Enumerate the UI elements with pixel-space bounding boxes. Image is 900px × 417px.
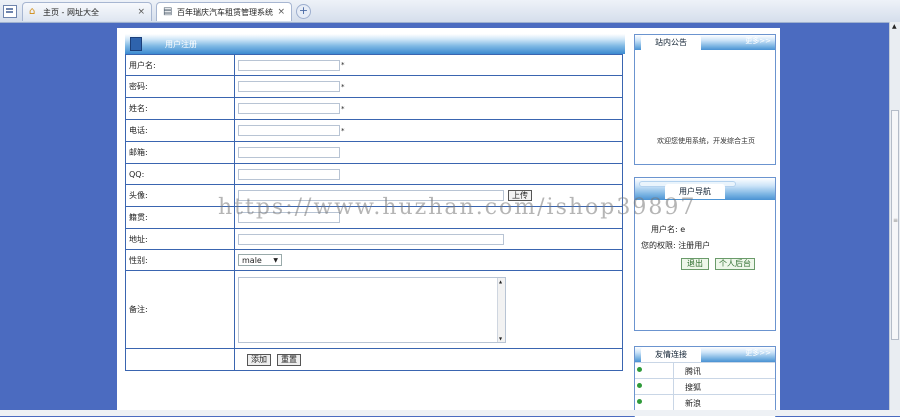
profile-button[interactable]: 个人后台 <box>715 258 755 270</box>
textarea-scrollbar[interactable]: ▲ ▼ <box>497 277 505 342</box>
browser-tab-bar: ⌂ 主页 - 网址大全 × ▤ 百年瑞庆汽车租赁管理系统 × + <box>0 0 900 23</box>
address-label: 地址: <box>125 228 235 250</box>
links-title: 友情连接 <box>641 347 701 362</box>
link-text: 搜狐 <box>685 383 701 392</box>
tab-rental-system-label: 百年瑞庆汽车租赁管理系统 <box>177 8 273 17</box>
qq-input[interactable] <box>238 168 340 180</box>
links-more-link[interactable]: 更多>> <box>745 348 771 358</box>
form-row-name: 姓名: * <box>125 97 623 120</box>
form-row-qq: QQ: <box>125 163 623 185</box>
link-text: 腾讯 <box>685 367 701 376</box>
email-input[interactable] <box>238 147 340 158</box>
page-icon: ▤ <box>163 6 173 17</box>
form-row-address: 地址: <box>125 228 623 250</box>
reset-button[interactable]: 重置 <box>277 353 301 366</box>
required-mark: * <box>341 61 345 69</box>
form-row-username: 用户名: * <box>125 54 623 76</box>
chevron-down-icon: ▼ <box>273 257 278 264</box>
name-input[interactable] <box>238 103 340 114</box>
address-input[interactable] <box>238 233 504 245</box>
watermark: https://www.huzhan.com/ishop39897 <box>218 195 697 220</box>
email-label: 邮箱: <box>125 141 235 164</box>
home-icon: ⌂ <box>29 6 36 17</box>
required-mark: * <box>341 126 345 135</box>
announcement-panel: 站内公告 更多>> 欢迎您使用系统，开发综合主页 <box>634 34 776 165</box>
gender-label: 性别: <box>125 249 235 271</box>
tab-home[interactable]: ⌂ 主页 - 网址大全 × <box>22 2 152 21</box>
links-header: 友情连接 更多>> <box>635 347 775 362</box>
grip-icon: ≡ <box>893 217 899 224</box>
monitor-icon <box>130 37 142 51</box>
form-row-email: 邮箱: <box>125 141 623 164</box>
register-title: 用户注册 <box>165 40 197 49</box>
close-icon[interactable]: × <box>137 3 145 22</box>
scroll-up-icon: ▲ <box>499 278 503 284</box>
status-bar <box>0 410 900 416</box>
announcement-more-link[interactable]: 更多>> <box>745 36 771 46</box>
name-label: 姓名: <box>125 97 235 120</box>
close-icon[interactable]: × <box>277 3 285 22</box>
actions-label-cell <box>125 348 235 371</box>
new-tab-button[interactable]: + <box>296 4 311 19</box>
link-text: 新浪 <box>685 399 701 408</box>
remark-label: 备注: <box>125 270 235 349</box>
divider <box>673 395 674 410</box>
required-mark: * <box>341 82 345 91</box>
scroll-up-icon[interactable]: ▲ <box>892 23 897 30</box>
page-scrollbar[interactable]: ▲ ≡ <box>889 22 900 416</box>
tab-list-icon[interactable] <box>3 5 17 18</box>
page-content: 用户注册 用户名: * 密码: * 姓名: * 电话: * 邮箱: QQ: 头像… <box>117 28 780 417</box>
required-mark: * <box>341 104 345 113</box>
link-item[interactable]: 新浪 <box>635 394 775 410</box>
username-label: 用户名: <box>125 54 235 76</box>
form-row-remark: 备注: ▲ ▼ <box>125 270 623 349</box>
remark-textarea[interactable]: ▲ ▼ <box>238 276 506 343</box>
gender-select-value: male <box>242 256 262 265</box>
bullet-icon <box>637 399 642 404</box>
announcement-text: 欢迎您使用系统，开发综合主页 <box>657 137 755 145</box>
form-row-actions: 添加 重置 <box>125 348 623 371</box>
password-label: 密码: <box>125 75 235 98</box>
scrollbar-thumb[interactable] <box>891 110 899 340</box>
bullet-icon <box>637 383 642 388</box>
user-username: 用户名: e <box>651 225 686 234</box>
password-input[interactable] <box>238 81 340 92</box>
tab-rental-system[interactable]: ▤ 百年瑞庆汽车租赁管理系统 × <box>156 2 292 21</box>
bullet-icon <box>637 367 642 372</box>
user-role: 您的权限: 注册用户 <box>641 241 711 250</box>
gender-select[interactable]: male ▼ <box>238 254 282 266</box>
tab-home-label: 主页 - 网址大全 <box>43 8 99 17</box>
links-panel: 友情连接 更多>> 腾讯 搜狐 新浪 <box>634 346 776 417</box>
phone-label: 电话: <box>125 119 235 142</box>
form-row-gender: 性别: male ▼ <box>125 249 623 271</box>
divider <box>673 363 674 378</box>
logout-button[interactable]: 退出 <box>681 258 709 270</box>
announcement-title: 站内公告 <box>641 35 701 50</box>
form-row-password: 密码: * <box>125 75 623 98</box>
phone-input[interactable] <box>238 125 340 136</box>
scroll-down-icon: ▼ <box>499 335 503 341</box>
link-item[interactable]: 搜狐 <box>635 378 775 394</box>
divider <box>673 379 674 394</box>
link-item[interactable]: 腾讯 <box>635 362 775 378</box>
form-row-phone: 电话: * <box>125 119 623 142</box>
username-input[interactable] <box>238 59 340 71</box>
qq-label: QQ: <box>125 163 235 185</box>
register-header: 用户注册 <box>125 34 625 54</box>
announcement-header: 站内公告 更多>> <box>635 35 775 50</box>
submit-button[interactable]: 添加 <box>247 353 271 366</box>
